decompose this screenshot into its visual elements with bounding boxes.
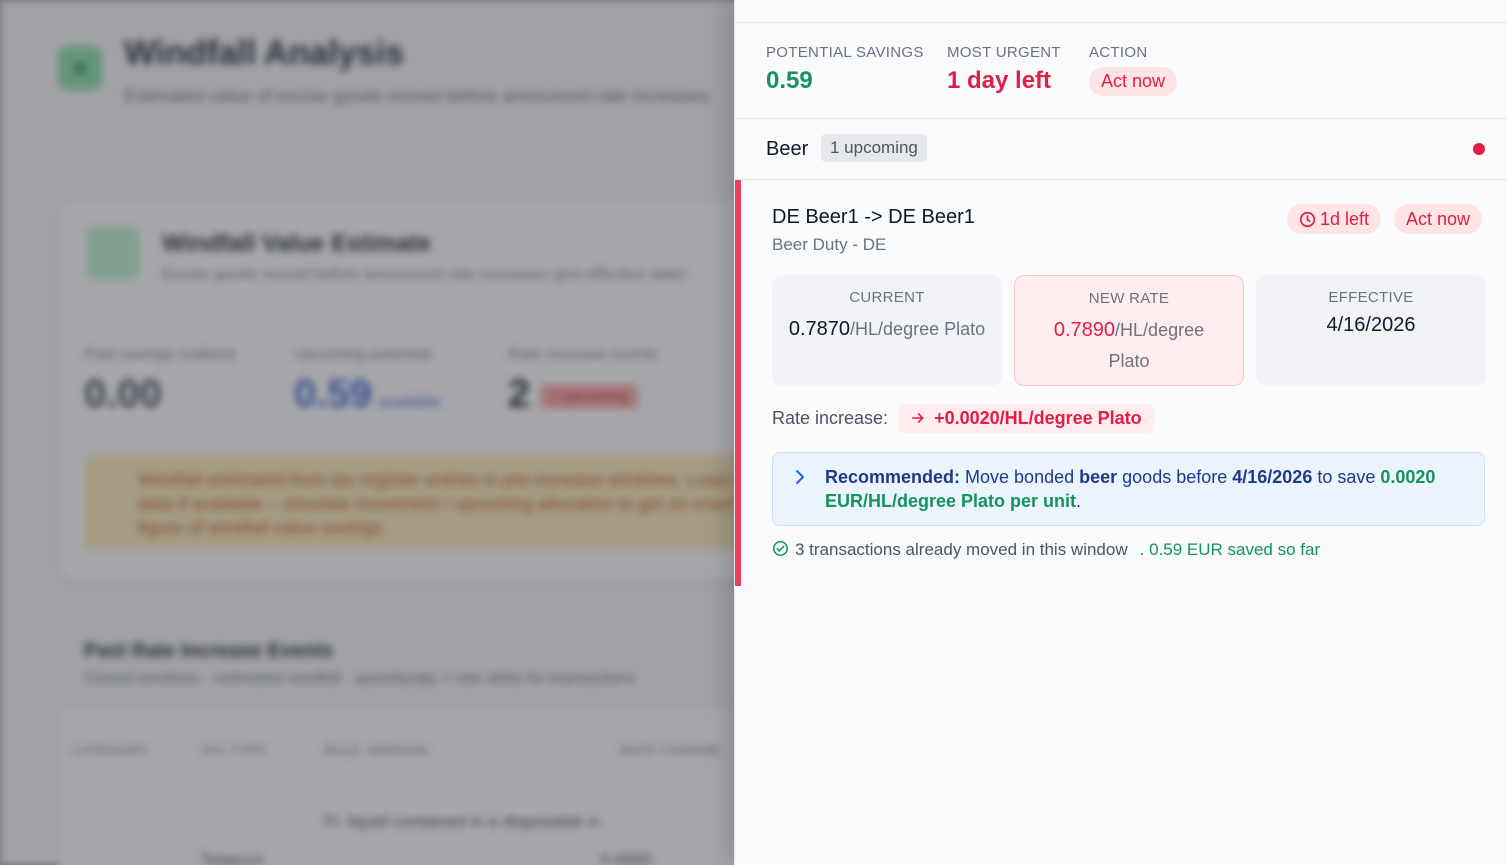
current-rate-value: 0.7870 — [788, 318, 851, 340]
most-urgent: MOST URGENT 1 day left — [947, 44, 1061, 95]
moved-transactions-text: 3 transactions already moved in this win… — [795, 540, 1128, 559]
current-rate-box: CURRENT 0.7870/HL/degree Plato — [772, 275, 1002, 386]
most-urgent-value: 1 day left — [947, 67, 1052, 94]
current-rate-label: CURRENT — [849, 289, 925, 306]
potential-savings-value: 0.59 — [766, 67, 813, 94]
effective-date-value: 4/16/2026 — [1326, 314, 1416, 336]
event-title: DE Beer1 -> DE Beer1 — [772, 206, 975, 228]
upcoming-count-badge: 1 upcoming — [821, 134, 927, 162]
action-label: ACTION — [1089, 44, 1148, 61]
potential-savings: POTENTIAL SAVINGS 0.59 — [766, 44, 924, 95]
time-left-badge: 1d left — [1287, 204, 1382, 234]
saved-so-far-text: . 0.59 EUR saved so far — [1139, 540, 1321, 559]
action-badge: Act now — [1089, 67, 1178, 96]
action: ACTION Act now — [1089, 44, 1178, 96]
new-rate-value: 0.7890 — [1053, 319, 1116, 341]
windfall-detail-drawer: POTENTIAL SAVINGS 0.59 MOST URGENT 1 day… — [734, 0, 1507, 865]
potential-savings-label: POTENTIAL SAVINGS — [766, 44, 924, 61]
check-circle-icon — [772, 540, 789, 557]
arrow-right-icon — [911, 413, 924, 423]
event-subtitle: Beer Duty - DE — [772, 235, 887, 254]
new-rate-label: NEW RATE — [1088, 290, 1170, 307]
recommendation-goods: beer — [1079, 467, 1118, 487]
summary-bar: POTENTIAL SAVINGS 0.59 MOST URGENT 1 day… — [735, 23, 1507, 119]
urgent-dot-icon — [1473, 143, 1485, 155]
new-rate-box: NEW RATE 0.7890/HL/degree Plato — [1014, 275, 1244, 386]
clock-icon — [1299, 211, 1316, 228]
effective-label: EFFECTIVE — [1328, 289, 1414, 306]
rate-increase-pill: +0.0020/HL/degree Plato — [898, 404, 1154, 433]
recommendation-date: 4/16/2026 — [1232, 467, 1313, 487]
act-now-badge: Act now — [1394, 204, 1483, 234]
current-rate-unit: /HL/degree Plato — [850, 319, 986, 339]
recommendation-lead: Recommended: — [825, 467, 961, 487]
rate-increase-row: Rate increase: +0.0020/HL/degree Plato — [772, 404, 1154, 436]
most-urgent-label: MOST URGENT — [947, 44, 1061, 61]
category-group-header[interactable]: Beer 1 upcoming — [735, 119, 1507, 180]
moved-transactions-note: 3 transactions already moved in this win… — [772, 540, 1320, 560]
rate-increase-event-card: DE Beer1 -> DE Beer1 Beer Duty - DE 1d l… — [735, 180, 1507, 586]
new-rate-unit: /HL/degree Plato — [1108, 320, 1205, 371]
chevron-right-icon[interactable] — [793, 469, 807, 485]
category-name: Beer — [766, 138, 809, 160]
rate-increase-label: Rate increase: — [772, 408, 889, 428]
drawer-header — [735, 0, 1507, 23]
recommendation-box[interactable]: Recommended: Move bonded beer goods befo… — [772, 452, 1485, 526]
effective-date-box: EFFECTIVE 4/16/2026 — [1256, 275, 1486, 386]
